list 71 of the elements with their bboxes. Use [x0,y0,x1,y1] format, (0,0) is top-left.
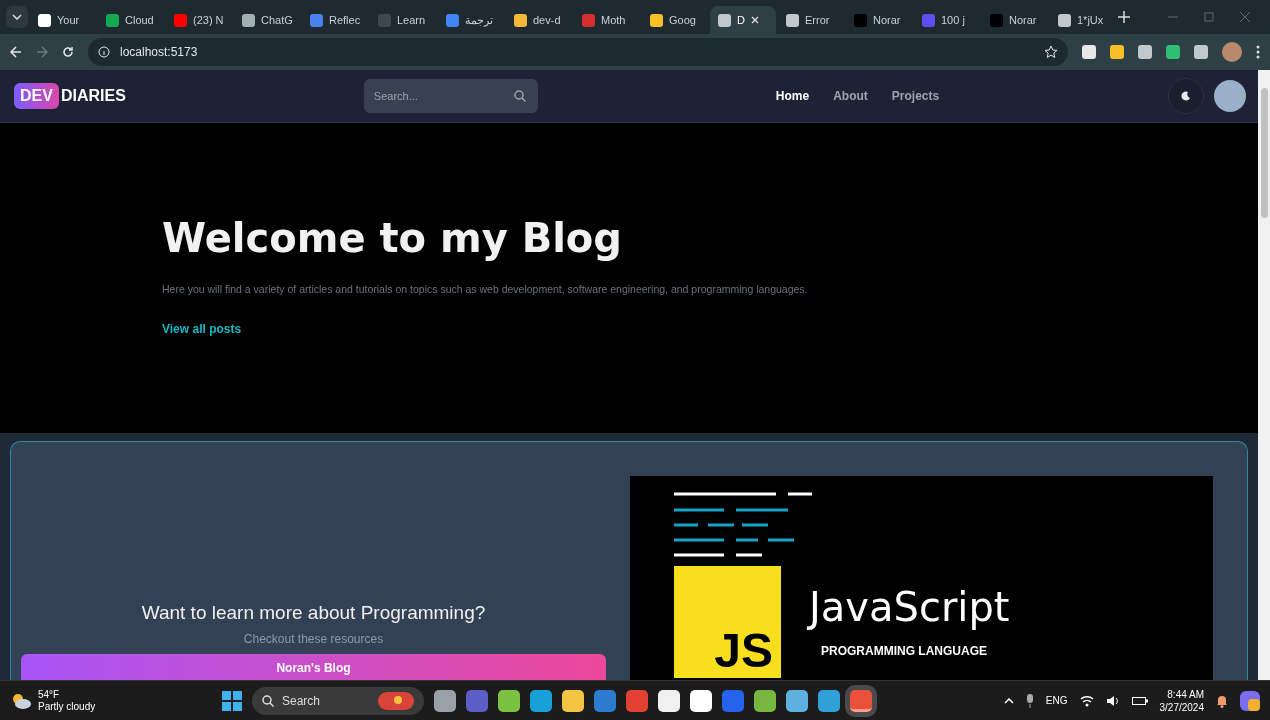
info-icon [98,46,110,58]
app-icon[interactable] [818,689,840,712]
reload-icon[interactable] [62,46,74,58]
taskbar-search[interactable]: Search [252,686,424,715]
app-icon[interactable] [786,689,808,712]
banner-title: JavaScript [809,584,1010,630]
weather-condition: Partly cloudy [38,700,96,713]
browser-tab[interactable]: ChatG [234,6,300,34]
browser-tab[interactable]: 1*jUx [1050,6,1116,34]
nav-link[interactable]: Projects [891,89,940,103]
browser-tab[interactable]: Norar [846,6,912,34]
moon-icon [1181,91,1191,101]
banner-subtitle: PROGRAMMING LANGUAGE [821,644,988,658]
search-icon[interactable] [513,90,526,102]
app-icon[interactable] [434,689,456,712]
blog-button[interactable]: Noran's Blog [21,654,606,680]
app-icon[interactable] [658,689,680,712]
user-avatar[interactable] [1214,80,1246,112]
back-arrow-icon[interactable] [10,46,22,58]
hero-title: Welcome to my Blog [162,215,623,261]
clock-date[interactable]: 3/27/2024 [1159,700,1204,714]
app-icon[interactable] [754,689,776,712]
app-icon[interactable] [690,689,712,712]
search-field[interactable]: Search... [363,79,538,113]
chevron-up-icon[interactable] [1003,697,1014,704]
js-logo: JS [674,566,781,678]
resources-subtitle: Checkout these resources [243,632,384,646]
battery-icon[interactable] [1131,695,1148,706]
hero-description: Here you will find a variety of articles and tutorials on topics such as web development, software engineering, and programming languages. [162,283,809,295]
wifi-icon[interactable] [1079,694,1094,707]
app-icon[interactable] [498,689,520,712]
nav-link[interactable]: Home [775,89,810,103]
language-indicator[interactable]: ENG [1045,695,1068,706]
browser-tab[interactable]: Cloud [98,6,164,34]
logo-badge: DEV [14,83,59,109]
windows-start-icon[interactable] [222,690,242,711]
browser-tab[interactable]: D [710,6,776,34]
browser-tab[interactable]: 100 j [914,6,980,34]
theme-toggle-button[interactable] [1168,78,1204,114]
bell-icon[interactable] [1216,693,1228,708]
more-menu-icon[interactable] [1256,45,1260,59]
browser-tab[interactable]: Your [30,6,96,34]
app-icon[interactable] [562,689,584,712]
chevron-down-icon [12,14,22,20]
speaker-icon[interactable] [1105,694,1120,707]
nav-link[interactable]: About [833,89,868,103]
tab-search-button[interactable] [6,6,28,28]
clock-time[interactable]: 8:44 AM [1167,687,1204,701]
browser-tab[interactable]: Reflec [302,6,368,34]
weather-temperature: 54°F [38,688,61,701]
browser-tab[interactable]: (23) N [166,6,232,34]
forward-arrow-icon[interactable] [36,46,48,58]
profile-avatar[interactable] [1222,42,1242,62]
browser-tab[interactable]: Moth [574,6,640,34]
browser-tab[interactable]: Norar [982,6,1048,34]
app-icon[interactable] [530,689,552,712]
browser-tab[interactable]: Error [778,6,844,34]
browser-tab[interactable]: Learn [370,6,436,34]
star-icon[interactable] [1044,45,1058,59]
view-posts-link[interactable]: View all posts [162,322,242,336]
resources-title: Want to learn more about Programming? [141,602,486,624]
browser-tab[interactable]: Goog [642,6,708,34]
scrollbar[interactable] [1258,70,1270,680]
browser-tab[interactable]: dev-d [506,6,572,34]
logo-text: DIARIES [60,87,126,105]
search-icon [262,694,274,707]
plus-icon[interactable] [1118,11,1130,23]
browser-tab[interactable]: ترجمة [438,6,504,34]
microphone-icon[interactable] [1025,693,1034,708]
cloud-sun-icon[interactable] [10,691,32,710]
address-bar[interactable]: localhost:5173 [88,38,1068,66]
